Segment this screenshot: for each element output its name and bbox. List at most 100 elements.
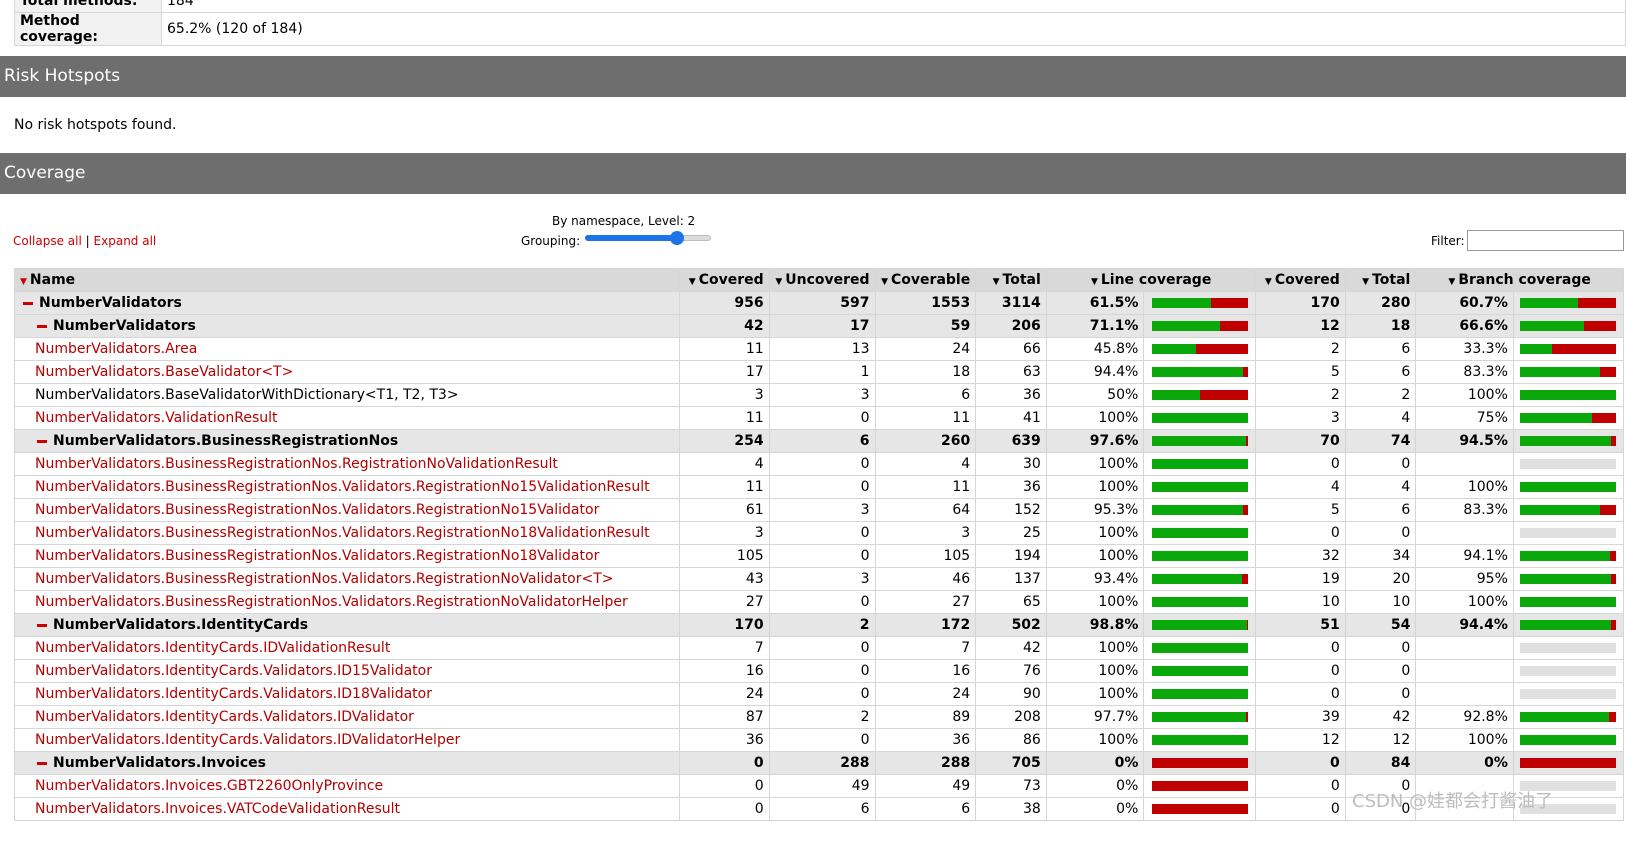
row-name-cell[interactable]: NumberValidators.IdentityCards.Validator… [13,705,681,729]
sort-icon: ▼ [688,277,696,287]
column-header-coverable[interactable]: ▼ Coverable [874,268,977,292]
class-name-link[interactable]: NumberValidators.IdentityCards.IDValidat… [35,640,390,656]
row-name-cell[interactable]: NumberValidators.BusinessRegistrationNos… [13,521,681,545]
row-name-cell[interactable]: NumberValidators [13,314,681,338]
cell-branch: 94.4% [1415,613,1514,637]
line-coverage-bar-cell [1143,337,1257,361]
collapse-expand-links: Collapse all | Expand all [13,234,156,248]
grouping-slider[interactable] [585,231,711,245]
cell-line: 50% [1045,383,1145,407]
collapse-minus-icon[interactable] [37,439,47,443]
line-coverage-bar-cell [1143,406,1257,430]
cell-branch: 83.3% [1415,360,1514,384]
class-name-link[interactable]: NumberValidators.Invoices.GBT2260OnlyPro… [35,778,383,794]
row-name-cell[interactable]: NumberValidators.Area [13,337,681,361]
line-coverage-bar [1151,758,1248,768]
row-name-cell[interactable]: NumberValidators.IdentityCards.Validator… [13,682,681,706]
sort-icon: ▼ [881,277,889,287]
class-name-link[interactable]: NumberValidators.Area [35,341,197,357]
cell-total: 705 [975,751,1047,775]
class-name-link[interactable]: NumberValidators.BusinessRegistrationNos… [35,548,599,564]
row-name-cell[interactable]: NumberValidators.BaseValidatorWithDictio… [13,383,681,407]
namespace-name[interactable]: NumberValidators [53,318,196,334]
row-name-cell[interactable]: NumberValidators.BusinessRegistrationNos… [13,498,681,522]
collapse-minus-icon[interactable] [37,623,47,627]
branch-coverage-bar [1520,689,1617,699]
row-name-cell[interactable]: NumberValidators.Invoices [13,751,681,775]
cell-coverable: 6 [874,383,977,407]
collapse-all-link[interactable]: Collapse all [13,234,82,248]
cell-btotal: 54 [1344,613,1417,637]
column-header-uncovered[interactable]: ▼ Uncovered [768,268,876,292]
class-row: NumberValidators.IdentityCards.Validator… [13,682,1625,706]
column-header-total[interactable]: ▼ Total [975,268,1047,292]
class-name-link[interactable]: NumberValidators.BusinessRegistrationNos… [35,456,558,472]
class-name-link[interactable]: NumberValidators.BusinessRegistrationNos… [35,525,650,541]
namespace-name[interactable]: NumberValidators.IdentityCards [53,617,308,633]
class-name-link[interactable]: NumberValidators.BusinessRegistrationNos… [35,502,599,518]
class-name-link[interactable]: NumberValidators.BusinessRegistrationNos… [35,479,650,495]
class-name-link[interactable]: NumberValidators.Invoices.VATCodeValidat… [35,801,400,817]
row-name-cell[interactable]: NumberValidators.Invoices.VATCodeValidat… [13,797,681,821]
expand-all-link[interactable]: Expand all [94,234,157,248]
cell-line: 100% [1045,682,1145,706]
branch-coverage-bar [1520,620,1617,630]
cell-total: 90 [975,682,1047,706]
class-name-link[interactable]: NumberValidators.IdentityCards.Validator… [35,732,460,748]
collapse-minus-icon[interactable] [37,761,47,765]
class-name-link[interactable]: NumberValidators.IdentityCards.Validator… [35,709,414,725]
filter-input[interactable] [1467,230,1624,251]
column-header-branch-coverage[interactable]: ▼ Branch coverage [1415,268,1624,292]
cell-covered: 956 [679,291,770,315]
class-name-link[interactable]: NumberValidators.BusinessRegistrationNos… [35,594,628,610]
column-header-covered[interactable]: ▼ Covered [679,268,770,292]
coverage-heading: Coverage [0,153,1626,194]
coverage-bar-covered [1520,390,1617,400]
column-header-branch-total[interactable]: ▼ Total [1344,268,1417,292]
row-name-cell[interactable]: NumberValidators.ValidationResult [13,406,681,430]
class-name-link[interactable]: NumberValidators.BaseValidator<T> [35,364,293,380]
cell-bcovered: 3 [1255,406,1346,430]
row-name-cell[interactable]: NumberValidators.BusinessRegistrationNos… [13,590,681,614]
grouping-slider-thumb[interactable] [670,231,684,245]
row-name-cell[interactable]: NumberValidators.Invoices.GBT2260OnlyPro… [13,774,681,798]
column-header-branch-covered[interactable]: ▼ Covered [1255,268,1346,292]
cell-branch: 66.6% [1415,314,1514,338]
row-name-cell[interactable]: NumberValidators.BaseValidator<T> [13,360,681,384]
cell-line: 45.8% [1045,337,1145,361]
line-coverage-bar-cell [1143,291,1257,315]
class-row: NumberValidators.IdentityCards.Validator… [13,705,1625,729]
class-name-link[interactable]: NumberValidators.IdentityCards.Validator… [35,686,432,702]
row-name-cell[interactable]: NumberValidators.BusinessRegistrationNos… [13,452,681,476]
row-name-cell[interactable]: NumberValidators [13,291,681,315]
row-name-cell[interactable]: NumberValidators.BusinessRegistrationNos… [13,567,681,591]
line-coverage-bar [1151,643,1248,653]
namespace-name[interactable]: NumberValidators [39,295,182,311]
class-name-link[interactable]: NumberValidators.ValidationResult [35,410,278,426]
row-name-cell[interactable]: NumberValidators.BusinessRegistrationNos… [13,475,681,499]
collapse-minus-icon[interactable] [37,324,47,328]
line-coverage-bar-cell [1143,774,1257,798]
column-header-name[interactable]: ▼ Name [13,268,681,292]
cell-uncovered: 3 [768,498,876,522]
coverage-controls: Collapse all | Expand all By namespace, … [0,214,1626,258]
row-name-cell[interactable]: NumberValidators.BusinessRegistrationNos… [13,544,681,568]
coverage-bar-covered [1520,735,1617,745]
collapse-minus-icon[interactable] [23,301,33,305]
cell-btotal: 18 [1344,314,1417,338]
column-header-line-coverage[interactable]: ▼ Line coverage [1045,268,1257,292]
namespace-name[interactable]: NumberValidators.BusinessRegistrationNos [53,433,398,449]
line-coverage-bar-cell [1143,682,1257,706]
row-name-cell[interactable]: NumberValidators.BusinessRegistrationNos [13,429,681,453]
row-name-cell[interactable]: NumberValidators.IdentityCards.IDValidat… [13,636,681,660]
line-coverage-bar-cell [1143,567,1257,591]
row-name-cell[interactable]: NumberValidators.IdentityCards.Validator… [13,728,681,752]
row-name-cell[interactable]: NumberValidators.IdentityCards.Validator… [13,659,681,683]
cell-covered: 11 [679,475,770,499]
class-name-link[interactable]: NumberValidators.BusinessRegistrationNos… [35,571,614,587]
class-name-link[interactable]: NumberValidators.IdentityCards.Validator… [35,663,432,679]
namespace-name[interactable]: NumberValidators.Invoices [53,755,266,771]
cell-btotal: 84 [1344,751,1417,775]
cell-uncovered: 3 [768,567,876,591]
row-name-cell[interactable]: NumberValidators.IdentityCards [13,613,681,637]
